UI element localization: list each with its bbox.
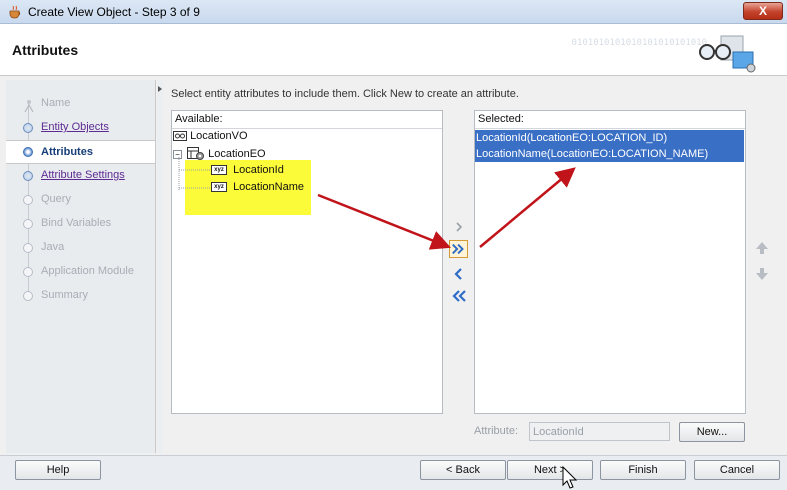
finish-button[interactable]: Finish	[600, 460, 686, 480]
title-bar: Create View Object - Step 3 of 9 X	[0, 0, 787, 24]
attribute-icon: xyz	[211, 182, 227, 193]
tree-node-locationid[interactable]: xyz LocationId	[211, 164, 284, 180]
selected-label: Selected:	[478, 113, 524, 125]
nav-step-label: Query	[41, 193, 71, 205]
attribute-icon: xyz	[211, 165, 227, 176]
view-object-icon	[173, 131, 187, 142]
available-label: Available:	[175, 113, 223, 125]
step-done-dot	[23, 171, 33, 181]
step-pending-dot	[23, 195, 33, 205]
nav-step-query: Query	[6, 189, 155, 211]
step-done-dot	[23, 123, 33, 133]
cancel-button[interactable]: Cancel	[694, 460, 780, 480]
tree-node-label: LocationName	[233, 181, 304, 194]
start-figure-icon	[24, 100, 34, 113]
view-object-logo-icon	[699, 35, 756, 73]
attribute-name-input[interactable]	[529, 422, 670, 441]
nav-step-attribute-settings[interactable]: Attribute Settings	[6, 165, 155, 187]
next-button[interactable]: Next >	[507, 460, 593, 480]
step-pending-dot	[23, 219, 33, 229]
nav-step-label: Name	[41, 97, 71, 109]
nav-step-application-module: Application Module	[6, 261, 155, 283]
step-pending-dot	[23, 291, 33, 301]
close-button[interactable]: X	[743, 2, 783, 20]
step-current-dot	[23, 147, 33, 157]
move-right-icon[interactable]	[451, 219, 467, 235]
nav-step-label[interactable]: Entity Objects	[41, 121, 109, 133]
move-all-right-icon[interactable]	[449, 240, 468, 258]
step-pending-dot	[23, 267, 33, 277]
selected-item[interactable]: LocationId(LocationEO:LOCATION_ID)	[475, 130, 744, 146]
nav-step-label: Bind Variables	[41, 217, 112, 229]
nav-step-attributes[interactable]: Attributes	[6, 140, 155, 164]
tree-node-locationname[interactable]: xyz LocationName	[211, 181, 304, 197]
tree-node-locationvo[interactable]: LocationVO	[173, 130, 248, 146]
tree-node-label: LocationId	[233, 164, 284, 177]
tree-connector-lines	[178, 157, 210, 190]
back-button[interactable]: < Back	[420, 460, 506, 480]
nav-step-summary: Summary	[6, 285, 155, 307]
move-down-icon[interactable]	[754, 266, 770, 282]
binary-decoration: 0101010101010101010101010	[571, 38, 707, 48]
instruction-text: Select entity attributes to include them…	[171, 88, 519, 100]
nav-step-label: Summary	[41, 289, 89, 301]
nav-step-label: Attributes	[41, 146, 93, 158]
wizard-header: Attributes 0101010101010101010101010	[0, 24, 787, 76]
nav-splitter[interactable]	[157, 80, 163, 453]
step-pending-dot	[23, 243, 33, 253]
move-all-left-icon[interactable]	[450, 288, 468, 304]
nav-step-label[interactable]: Attribute Settings	[41, 169, 125, 181]
collapse-arrow-icon[interactable]	[158, 86, 162, 92]
window-title: Create View Object - Step 3 of 9	[28, 5, 200, 19]
new-attribute-button[interactable]: New...	[679, 422, 745, 442]
wizard-step-nav: Name Entity Objects Attributes Attribute…	[6, 80, 156, 453]
selected-item[interactable]: LocationName(LocationEO:LOCATION_NAME)	[475, 146, 744, 162]
tree-node-label: LocationEO	[208, 148, 266, 160]
page-title: Attributes	[12, 42, 79, 58]
nav-step-label: Java	[41, 241, 65, 253]
coffee-cup-icon	[9, 5, 21, 19]
nav-step-bind-variables: Bind Variables	[6, 213, 155, 235]
help-button[interactable]: Help	[15, 460, 101, 480]
nav-step-java: Java	[6, 237, 155, 259]
nav-step-label: Application Module	[41, 265, 134, 277]
nav-step-name[interactable]: Name	[6, 93, 155, 115]
tree-node-label: LocationVO	[190, 130, 248, 143]
nav-step-entity-objects[interactable]: Entity Objects	[6, 117, 155, 139]
move-up-icon[interactable]	[754, 240, 770, 256]
move-left-icon[interactable]	[451, 266, 467, 282]
attribute-field-label: Attribute:	[474, 425, 519, 437]
